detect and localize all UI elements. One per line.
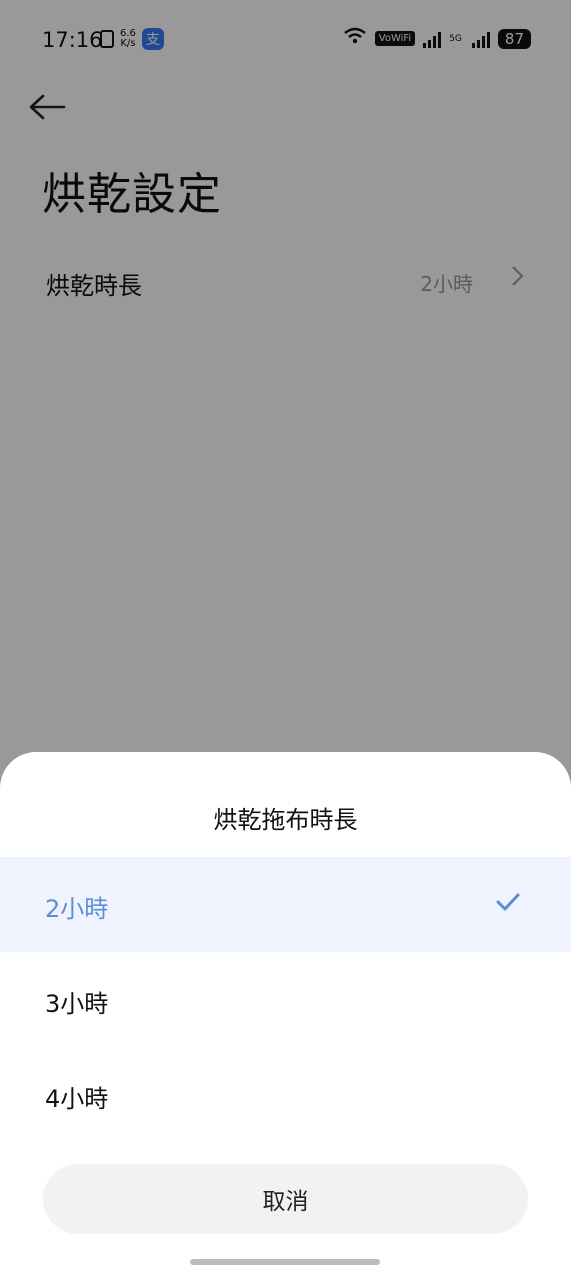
screen: 17:16 6.6 K/s 支 VoWiFi 5G 87 烘乾設定 烘乾時長 2… (0, 0, 571, 1280)
option-label: 3小時 (45, 990, 109, 1018)
bottom-sheet: 烘乾拖布時長 2小時 3小時 4小時 取消 (0, 752, 571, 1280)
option-label: 2小時 (45, 895, 109, 923)
check-icon (495, 887, 521, 920)
home-indicator[interactable] (190, 1259, 380, 1265)
option-4-hours[interactable]: 4小時 (0, 1047, 571, 1142)
option-2-hours[interactable]: 2小時 (0, 857, 571, 952)
cancel-button[interactable]: 取消 (43, 1164, 528, 1234)
option-label: 4小時 (45, 1085, 109, 1113)
option-3-hours[interactable]: 3小時 (0, 952, 571, 1047)
sheet-title: 烘乾拖布時長 (213, 806, 358, 834)
